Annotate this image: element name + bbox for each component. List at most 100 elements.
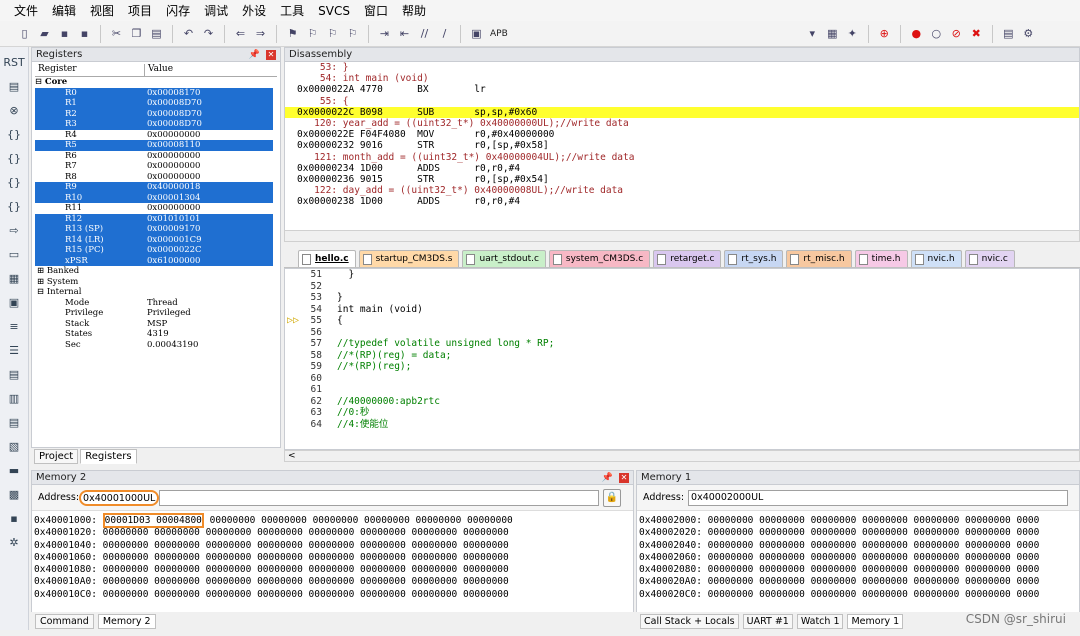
tab-file[interactable]: nvic.h bbox=[910, 250, 962, 267]
code-line[interactable]: 55 ▷▷ { bbox=[285, 315, 1079, 327]
disassembly-scrollbar[interactable] bbox=[284, 230, 1080, 242]
analysis-icon[interactable]: ▧ bbox=[5, 437, 23, 455]
register-value[interactable]: 0x00001304 bbox=[145, 192, 273, 203]
show-next-icon[interactable]: ⇨ bbox=[5, 221, 23, 239]
register-row[interactable]: R2 0x00008D70 bbox=[35, 108, 280, 119]
code-text[interactable]: { bbox=[337, 315, 343, 327]
register-value[interactable]: 0x00008D70 bbox=[145, 108, 273, 119]
code-text[interactable]: int main (void) bbox=[337, 304, 423, 316]
dropdown-icon[interactable]: ▾ bbox=[804, 25, 821, 42]
register-value[interactable]: 0x000001C9 bbox=[145, 234, 273, 245]
memory-row[interactable]: 0x400020C0: 00000000 00000000 00000000 0… bbox=[639, 589, 1079, 601]
menu-item[interactable]: 窗口 bbox=[364, 2, 388, 19]
menu-item[interactable]: 编辑 bbox=[52, 2, 76, 19]
indent-icon[interactable]: ⇥ bbox=[376, 25, 393, 42]
nav-back-icon[interactable]: ⇐ bbox=[232, 25, 249, 42]
register-value[interactable]: 0x00000000 bbox=[145, 172, 273, 183]
memory-values[interactable]: 00000000 00000000 00000000 00000000 0000… bbox=[103, 540, 509, 551]
code-line[interactable]: 56 bbox=[285, 327, 1079, 339]
tab-file[interactable]: startup_CM3DS.s bbox=[358, 250, 460, 267]
memory-row[interactable]: 0x40002000: 00000000 00000000 00000000 0… bbox=[639, 515, 1079, 527]
cut-icon[interactable]: ✂ bbox=[108, 25, 125, 42]
register-row[interactable]: xPSR 0x61000000 bbox=[35, 255, 280, 266]
bookmark-icon[interactable]: ⚑ bbox=[284, 25, 301, 42]
menu-item[interactable]: 帮助 bbox=[402, 2, 426, 19]
register-row[interactable]: R12 0x01010101 bbox=[35, 213, 280, 224]
disasm-line[interactable]: 0x0000022C B098 SUB sp,sp,#0x60 bbox=[285, 106, 1079, 119]
code-line[interactable]: 52 bbox=[285, 281, 1079, 293]
lock-icon[interactable]: 🔒 bbox=[603, 488, 622, 507]
menu-item[interactable]: 外设 bbox=[242, 2, 266, 19]
disasm-line[interactable]: 122: day_add = ((uint32_t*) 0x40000008UL… bbox=[297, 185, 1079, 196]
memory-row[interactable]: 0x40001000: 00001D03 00004800 00000000 0… bbox=[34, 513, 633, 528]
breakpoint-empty-icon[interactable]: ○ bbox=[928, 25, 945, 42]
code-line[interactable]: 57 //typedef volatile unsigned long * RP; bbox=[285, 338, 1079, 350]
code-line[interactable]: 54 int main (void) bbox=[285, 304, 1079, 316]
code-line[interactable]: 62 //40000000:apb2rtc bbox=[285, 396, 1079, 408]
register-row[interactable]: R5 0x00008110 bbox=[35, 140, 280, 151]
col-register[interactable]: Register bbox=[35, 64, 145, 76]
menu-item[interactable]: 项目 bbox=[128, 2, 152, 19]
code-text[interactable]: } bbox=[337, 292, 343, 304]
register-value[interactable]: 0x00009170 bbox=[145, 224, 273, 235]
code-text[interactable]: //*(RP)(reg); bbox=[337, 361, 411, 373]
disasm-line[interactable]: 0x00000232 9016 STR r0,[sp,#0x58] bbox=[297, 140, 1079, 151]
bookmark-next-icon[interactable]: ⚐ bbox=[324, 25, 341, 42]
memory-row[interactable]: 0x400010C0: 00000000 00000000 00000000 0… bbox=[34, 589, 633, 601]
register-row[interactable]: R13 (SP) 0x00009170 bbox=[35, 224, 280, 235]
pin-icon[interactable]: 📌 bbox=[249, 48, 260, 62]
code-text[interactable]: //40000000:apb2rtc bbox=[337, 396, 440, 408]
internal-row[interactable]: Sec 0.00043190 bbox=[35, 340, 280, 351]
step-over-icon[interactable]: {} bbox=[5, 149, 23, 167]
step-out-icon[interactable]: {} bbox=[5, 173, 23, 191]
code-line[interactable]: 61 bbox=[285, 384, 1079, 396]
register-row[interactable]: R7 0x00000000 bbox=[35, 161, 280, 172]
bookmark-clear-icon[interactable]: ⚐ bbox=[344, 25, 361, 42]
run-to-cursor-icon[interactable]: {} bbox=[5, 197, 23, 215]
paste-icon[interactable]: ▤ bbox=[148, 25, 165, 42]
bookmark-prev-icon[interactable]: ⚐ bbox=[304, 25, 321, 42]
memory-row[interactable]: 0x40002020: 00000000 00000000 00000000 0… bbox=[639, 527, 1079, 539]
code-text[interactable]: //4:使能位 bbox=[337, 419, 388, 431]
window-icon[interactable]: ▦ bbox=[824, 25, 841, 42]
memory-row[interactable]: 0x40002060: 00000000 00000000 00000000 0… bbox=[639, 552, 1079, 564]
memory-values[interactable]: 00000000 00000000 00000000 00000000 0000… bbox=[103, 589, 509, 600]
tab-file[interactable]: rt_misc.h bbox=[786, 250, 852, 267]
tab-bottom[interactable]: UART #1 bbox=[742, 613, 793, 629]
memory2-address-input[interactable]: 0x40001000UL bbox=[79, 489, 160, 506]
menu-item[interactable]: SVCS bbox=[318, 4, 350, 18]
breakpoint-disable-icon[interactable]: ⊘ bbox=[948, 25, 965, 42]
code-line[interactable]: 51 } bbox=[285, 269, 1079, 281]
registers-window-icon[interactable]: ≡ bbox=[5, 317, 23, 335]
tab-file[interactable]: retarget.c bbox=[653, 250, 722, 267]
command-window-icon[interactable]: ▭ bbox=[5, 245, 23, 263]
close-icon[interactable]: ✕ bbox=[266, 50, 276, 60]
register-value[interactable]: 0x00008110 bbox=[145, 140, 273, 151]
breakpoint-clear-icon[interactable]: ✖ bbox=[968, 25, 985, 42]
tab-project[interactable]: Project bbox=[34, 449, 79, 464]
memory1-address-input[interactable]: 0x40002000UL bbox=[688, 489, 1069, 506]
register-value[interactable]: 0x00000000 bbox=[145, 130, 273, 141]
breakpoint-icon[interactable]: ● bbox=[908, 25, 925, 42]
internal-row[interactable]: Mode Thread bbox=[35, 298, 280, 309]
trace-icon[interactable]: ▬ bbox=[5, 461, 23, 479]
memory-values[interactable]: 00000000 00000000 00000000 00000000 0000… bbox=[103, 576, 509, 587]
tab-registers[interactable]: Registers bbox=[80, 449, 137, 464]
uncomment-icon[interactable]: / bbox=[436, 25, 453, 42]
tools-icon[interactable]: ⚙ bbox=[1020, 25, 1037, 42]
disasm-line[interactable]: 0x00000236 9015 STR r0,[sp,#0x54] bbox=[297, 174, 1079, 185]
unindent-icon[interactable]: ⇤ bbox=[396, 25, 413, 42]
disasm-line[interactable]: 0x00000238 1D00 ADDS r0,r0,#4 bbox=[297, 196, 1079, 207]
watch-window-icon[interactable]: ▤ bbox=[5, 365, 23, 383]
expand-icon[interactable]: ⊞ bbox=[37, 277, 47, 287]
register-value[interactable]: 0x0000022C bbox=[145, 245, 273, 256]
open-folder-icon[interactable]: ▰ bbox=[36, 25, 53, 42]
serial-window-icon[interactable]: ▤ bbox=[5, 413, 23, 431]
menu-item[interactable]: 工具 bbox=[280, 2, 304, 19]
run-icon[interactable]: ▤ bbox=[5, 77, 23, 95]
register-value[interactable]: 0x01010101 bbox=[145, 213, 273, 224]
memory-row[interactable]: 0x40002040: 00000000 00000000 00000000 0… bbox=[639, 540, 1079, 552]
step-into-icon[interactable]: {} bbox=[5, 125, 23, 143]
tab-file[interactable]: nvic.c bbox=[964, 250, 1015, 267]
register-value[interactable]: 0x00008170 bbox=[145, 87, 273, 98]
